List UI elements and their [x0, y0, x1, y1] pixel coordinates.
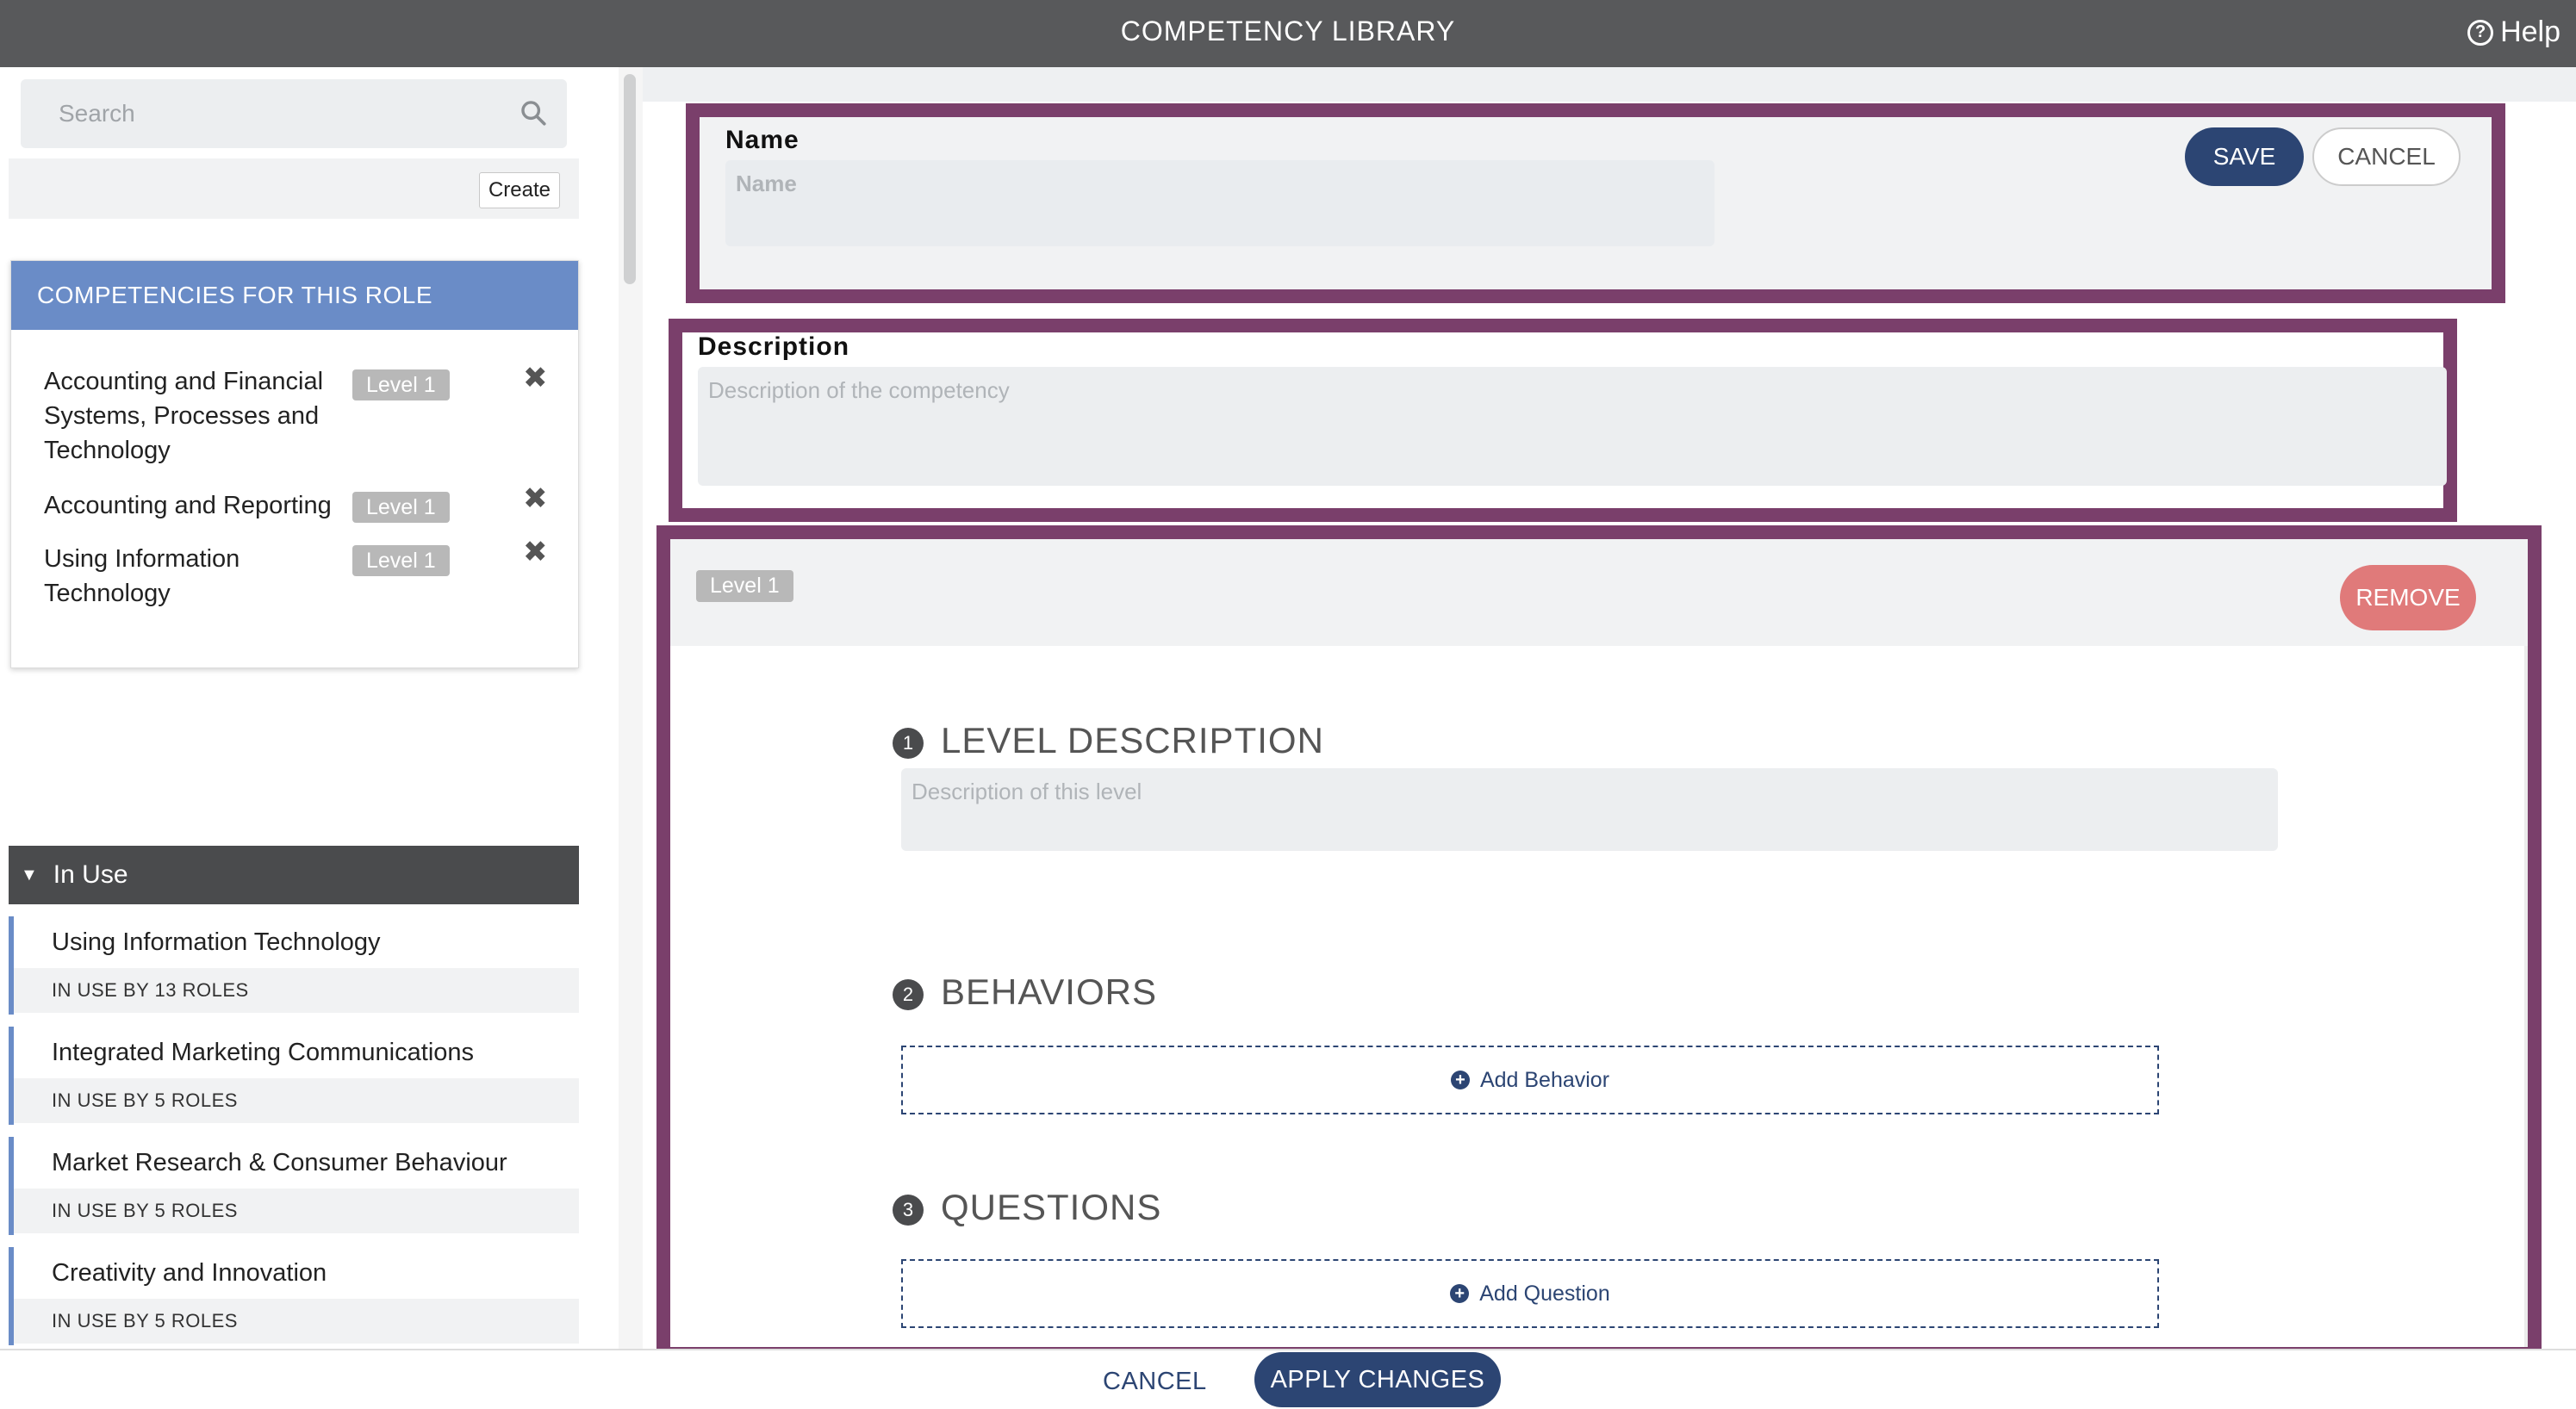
- add-question-button[interactable]: + Add Question: [901, 1259, 2159, 1328]
- page-title: COMPETENCY LIBRARY: [1120, 16, 1456, 47]
- description-section: Description: [669, 319, 2457, 522]
- in-use-item-name: Market Research & Consumer Behaviour: [52, 1149, 507, 1176]
- in-use-item-count: IN USE BY 5 ROLES: [14, 1299, 579, 1344]
- in-use-item-count: IN USE BY 5 ROLES: [14, 1078, 579, 1123]
- create-button[interactable]: Create: [478, 172, 560, 208]
- role-competency-item: Using Information Technology: [44, 542, 251, 611]
- in-use-list-item[interactable]: Market Research & Consumer Behaviour IN …: [9, 1137, 579, 1235]
- sidebar-scrollbar-thumb[interactable]: [624, 74, 636, 284]
- role-competencies-card: COMPETENCIES FOR THIS ROLE Accounting an…: [10, 260, 579, 668]
- add-question-label: Add Question: [1479, 1281, 1610, 1306]
- level-badge: Level 1: [696, 570, 793, 602]
- in-use-list-item[interactable]: Using Information Technology IN USE BY 1…: [9, 916, 579, 1015]
- app-header: COMPETENCY LIBRARY ? Help: [0, 0, 2576, 67]
- help-label: Help: [2500, 16, 2560, 48]
- level-section: Level 1 REMOVE 1 LEVEL DESCRIPTION 2 BEH…: [656, 525, 2542, 1361]
- add-behavior-label: Add Behavior: [1479, 1067, 1610, 1092]
- search-box: [21, 79, 567, 148]
- description-label: Description: [698, 332, 850, 361]
- step-number-badge: 2: [893, 979, 924, 1010]
- add-behavior-button[interactable]: + Add Behavior: [901, 1046, 2159, 1114]
- name-section: Name SAVE CANCEL: [686, 103, 2505, 303]
- remove-competency-icon[interactable]: ✖: [523, 481, 548, 516]
- name-label: Name: [725, 126, 800, 154]
- step-title: LEVEL DESCRIPTION: [941, 720, 1324, 760]
- plus-circle-icon: +: [1450, 1284, 1470, 1303]
- in-use-item-name: Creativity and Innovation: [52, 1259, 327, 1287]
- step-number-badge: 1: [893, 728, 924, 759]
- footer-action-bar: CANCEL APPLY CHANGES: [0, 1349, 2576, 1409]
- create-row: Create: [9, 158, 579, 219]
- cancel-button[interactable]: CANCEL: [2312, 127, 2461, 186]
- step-questions: 3 QUESTIONS: [893, 1187, 1161, 1228]
- in-use-header-label: In Use: [53, 860, 128, 889]
- level-header: Level 1 REMOVE: [670, 539, 2528, 646]
- help-link[interactable]: ? Help: [2467, 16, 2560, 49]
- in-use-item-name: Integrated Marketing Communications: [52, 1039, 475, 1066]
- in-use-item-name: Using Information Technology: [52, 928, 381, 956]
- main-top-strip: [643, 67, 2576, 102]
- search-icon[interactable]: [519, 98, 548, 127]
- remove-level-button[interactable]: REMOVE: [2340, 565, 2476, 630]
- step-level-description: 1 LEVEL DESCRIPTION: [893, 720, 1324, 761]
- in-use-list-item[interactable]: Creativity and Innovation IN USE BY 5 RO…: [9, 1247, 579, 1345]
- apply-changes-button[interactable]: APPLY CHANGES: [1254, 1352, 1501, 1407]
- sidebar: Create COMPETENCIES FOR THIS ROLE Accoun…: [0, 67, 620, 1349]
- step-number-badge: 3: [893, 1195, 924, 1226]
- in-use-list-item[interactable]: Integrated Marketing Communications IN U…: [9, 1027, 579, 1125]
- step-behaviors: 2 BEHAVIORS: [893, 971, 1157, 1013]
- level-body: 1 LEVEL DESCRIPTION 2 BEHAVIORS + Add Be…: [670, 646, 2528, 1347]
- role-competency-name: Using Information Technology: [44, 545, 240, 607]
- role-card-title: COMPETENCIES FOR THIS ROLE: [11, 261, 578, 330]
- step-title: QUESTIONS: [941, 1187, 1162, 1227]
- save-button[interactable]: SAVE: [2185, 127, 2304, 186]
- plus-circle-icon: +: [1450, 1071, 1470, 1089]
- in-use-item-count: IN USE BY 13 ROLES: [14, 968, 579, 1013]
- role-competency-item: Accounting and Financial Systems, Proces…: [44, 364, 337, 468]
- footer-cancel-button[interactable]: CANCEL: [1103, 1356, 1207, 1407]
- caret-down-icon: ▼: [21, 865, 38, 885]
- name-field[interactable]: [725, 160, 1714, 246]
- remove-competency-icon[interactable]: ✖: [523, 535, 548, 569]
- description-field[interactable]: [698, 367, 2447, 486]
- remove-competency-icon[interactable]: ✖: [523, 361, 548, 395]
- level-description-field[interactable]: [901, 768, 2278, 851]
- level-tag: Level 1: [352, 369, 450, 400]
- role-competency-name: Accounting and Financial Systems, Proces…: [44, 368, 324, 464]
- in-use-section-toggle[interactable]: ▼ In Use: [9, 846, 579, 904]
- level-tag: Level 1: [352, 492, 450, 523]
- step-title: BEHAVIORS: [941, 971, 1157, 1012]
- in-use-item-count: IN USE BY 5 ROLES: [14, 1189, 579, 1233]
- role-competency-item: Accounting and Reporting: [44, 488, 337, 523]
- role-competency-name: Accounting and Reporting: [44, 492, 332, 519]
- help-circle-icon: ?: [2467, 19, 2494, 46]
- search-input[interactable]: [21, 79, 567, 148]
- level-tag: Level 1: [352, 545, 450, 576]
